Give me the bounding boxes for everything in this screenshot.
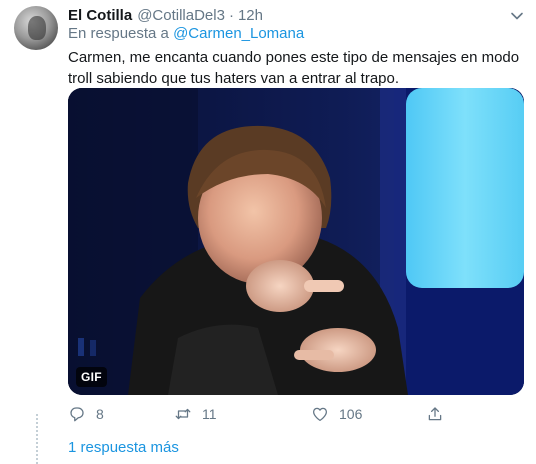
- tweet-timestamp[interactable]: 12h: [238, 7, 263, 24]
- tweet-text: Carmen, me encanta cuando pones este tip…: [68, 49, 520, 87]
- like-count: 106: [339, 406, 363, 422]
- reply-button[interactable]: 8: [68, 404, 104, 424]
- reply-count: 8: [96, 406, 104, 422]
- retweet-button[interactable]: 11: [174, 404, 217, 424]
- tweet-actions: 8 11 106: [68, 404, 468, 424]
- retweet-count: 11: [202, 406, 217, 422]
- reply-mention-link[interactable]: @Carmen_Lomana: [173, 25, 304, 42]
- reply-context-label: En respuesta a: [68, 25, 174, 42]
- thread-connector-line: [36, 414, 38, 464]
- reply-context: En respuesta a @Carmen_Lomana: [68, 25, 304, 42]
- reply-icon: [70, 407, 84, 422]
- author-name[interactable]: El Cotilla: [68, 7, 132, 24]
- tweet-media-gif[interactable]: GIF: [68, 88, 524, 395]
- like-button[interactable]: 106: [311, 404, 362, 424]
- author-handle[interactable]: @CotillaDel3: [137, 7, 225, 24]
- share-button[interactable]: [426, 404, 444, 424]
- show-more-replies-link[interactable]: 1 respuesta más: [68, 439, 179, 456]
- avatar[interactable]: [14, 6, 58, 50]
- tweet-header: El Cotilla @CotillaDel3 · 12h: [68, 7, 263, 25]
- gif-frame: [68, 88, 524, 395]
- gif-badge: GIF: [76, 367, 107, 387]
- heart-icon: [312, 407, 328, 422]
- tweet: El Cotilla @CotillaDel3 · 12h En respues…: [0, 0, 536, 464]
- header-separator: ·: [228, 7, 234, 24]
- share-icon: [428, 407, 442, 421]
- chevron-down-icon[interactable]: [510, 9, 524, 23]
- retweet-icon: [175, 408, 191, 420]
